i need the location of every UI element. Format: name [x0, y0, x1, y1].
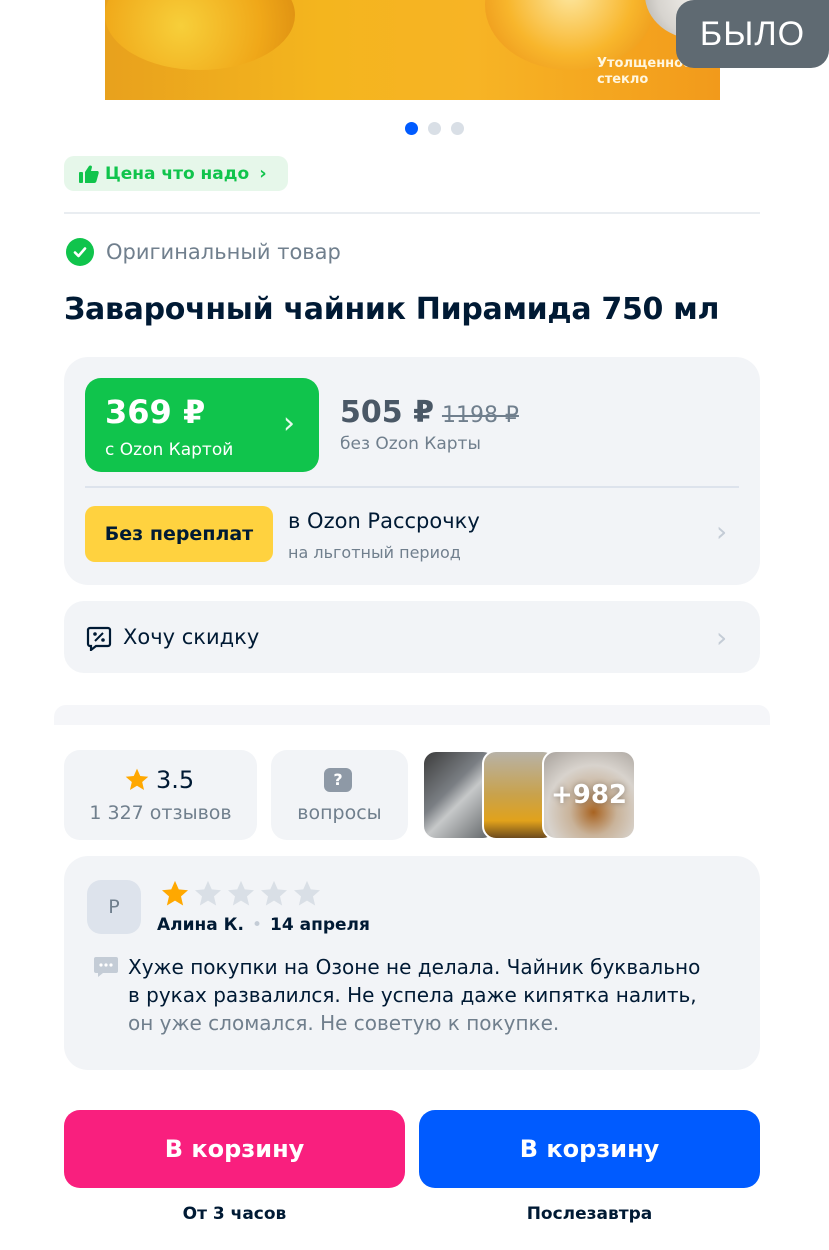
- was-badge: БЫЛО: [676, 0, 829, 68]
- section-separator: [54, 705, 770, 725]
- ozon-card-price-button[interactable]: 369 ₽ с Ozon Картой ›: [85, 378, 319, 472]
- star-empty-icon: [261, 880, 287, 906]
- review-text-line: в руках развалился. Не успела даже кипят…: [128, 983, 697, 1007]
- review-text-line: он уже сломался. Не советую к покупке.: [128, 1011, 560, 1035]
- add-to-cart-button-standard[interactable]: В корзину: [419, 1110, 760, 1188]
- old-price: 1198 ₽: [441, 403, 519, 428]
- review-card[interactable]: Р Алина К. • 14 апреля Хуже покупки на О…: [64, 856, 760, 1070]
- rating-score: 3.5: [156, 766, 195, 794]
- rating-score-block: 3.5: [124, 766, 194, 794]
- questions-label: вопросы: [297, 802, 382, 824]
- check-circle-icon: [66, 238, 94, 266]
- delivery-time-express: От 3 часов: [182, 1204, 287, 1224]
- chevron-right-icon[interactable]: ›: [716, 515, 727, 548]
- product-image-carousel[interactable]: Утолщенное стекло: [105, 0, 720, 100]
- price-tag-label: Цена что надо: [105, 163, 250, 184]
- delivery-time-standard: Послезавтра: [526, 1204, 653, 1224]
- carousel-dots: [405, 122, 464, 135]
- comment-icon: [94, 957, 118, 977]
- regular-price-block: 505 ₽ 1198 ₽: [340, 395, 519, 430]
- price-card: 369 ₽ с Ozon Картой › 505 ₽ 1198 ₽ без O…: [64, 357, 760, 585]
- star-empty-icon: [294, 880, 320, 906]
- regular-price: 505 ₽: [340, 395, 434, 430]
- want-discount-label: Хочу скидку: [123, 625, 260, 649]
- chevron-right-icon: ›: [259, 163, 267, 184]
- review-text-line: Хуже покупки на Озоне не делала. Чайник …: [128, 955, 701, 979]
- hero-lemon-shape: [105, 0, 295, 70]
- review-text: Хуже покупки на Озоне не делала. Чайник …: [128, 953, 748, 1037]
- review-date: 14 апреля: [270, 915, 370, 935]
- carousel-dot-active[interactable]: [405, 122, 418, 135]
- rating-tile[interactable]: 3.5 1 327 отзывов: [64, 750, 257, 840]
- divider: [85, 486, 739, 488]
- review-photo-more[interactable]: +982: [542, 750, 636, 840]
- questions-tile[interactable]: ? вопросы: [271, 750, 408, 840]
- original-label: Оригинальный товар: [106, 240, 341, 264]
- installment-badge[interactable]: Без переплат: [85, 506, 273, 562]
- product-title: Заварочный чайник Пирамида 750 мл: [64, 292, 720, 327]
- carousel-dot[interactable]: [428, 122, 441, 135]
- ozon-card-label: с Ozon Картой: [105, 440, 234, 460]
- review-photos[interactable]: +982: [422, 750, 636, 840]
- review-stars: [160, 879, 322, 909]
- reviews-count: 1 327 отзывов: [89, 802, 232, 824]
- review-author: Алина К.: [157, 915, 245, 935]
- installment-title[interactable]: в Ozon Рассрочку: [288, 509, 480, 533]
- star-empty-icon: [195, 880, 221, 906]
- star-filled-icon: [162, 880, 188, 906]
- star-empty-icon: [228, 880, 254, 906]
- chevron-right-icon: ›: [716, 621, 728, 654]
- regular-price-label: без Ozon Карты: [340, 434, 481, 454]
- review-meta: Алина К. • 14 апреля: [157, 915, 370, 935]
- meta-separator: •: [252, 915, 263, 935]
- price-tag-link[interactable]: Цена что надо ›: [64, 156, 288, 191]
- add-to-cart-button-express[interactable]: В корзину: [64, 1110, 405, 1188]
- question-icon: ?: [324, 768, 352, 792]
- discount-tag-icon: [86, 626, 112, 651]
- want-discount-row[interactable]: Хочу скидку ›: [64, 601, 760, 673]
- divider: [64, 212, 760, 214]
- carousel-dot[interactable]: [451, 122, 464, 135]
- ozon-card-price: 369 ₽: [105, 393, 206, 431]
- installment-subtitle: на льготный период: [288, 543, 461, 562]
- thumb-up-icon: [79, 164, 99, 183]
- chevron-right-icon: ›: [283, 406, 295, 441]
- original-product-badge: Оригинальный товар: [66, 238, 341, 266]
- more-photos-count: +982: [550, 780, 628, 810]
- star-icon: [125, 768, 149, 790]
- avatar: Р: [87, 880, 141, 934]
